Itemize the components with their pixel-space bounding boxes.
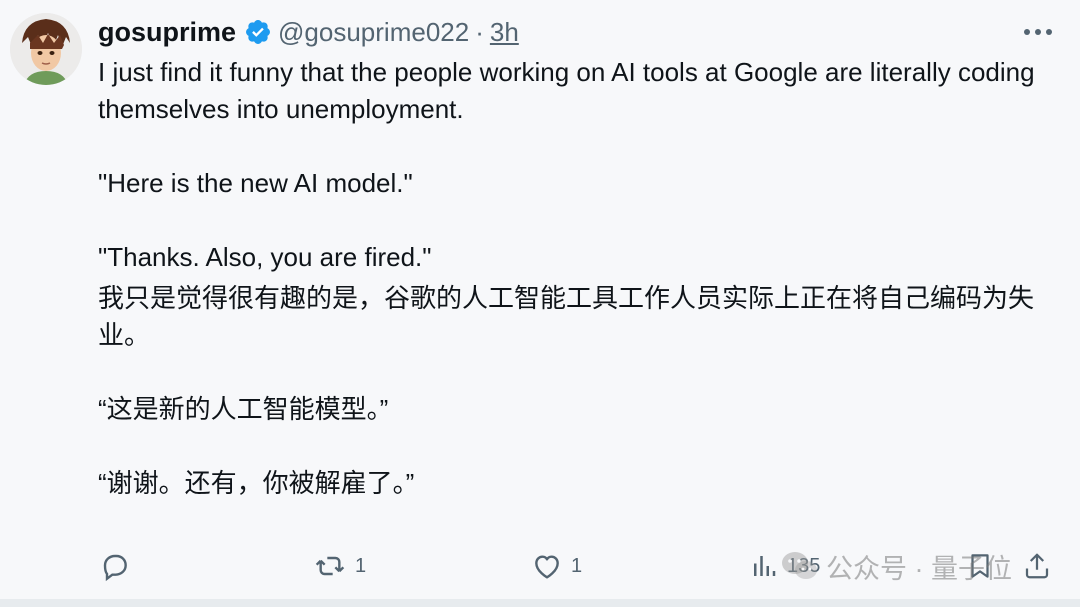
tweet-text-line: I just find it funny that the people wor… bbox=[98, 57, 1035, 124]
separator: · bbox=[475, 16, 484, 47]
share-icon bbox=[1025, 553, 1049, 579]
author-handle[interactable]: @gosuprime022 bbox=[278, 17, 469, 48]
bottom-divider bbox=[0, 599, 1080, 607]
translation-line: 我只是觉得很有趣的是，谷歌的人工智能工具工作人员实际上正在将自己编码为失业。 bbox=[98, 283, 1035, 350]
views-count: 135 bbox=[787, 554, 821, 577]
repost-button[interactable]: 1 bbox=[313, 546, 366, 586]
tweet-text-line: "Here is the new AI model." bbox=[98, 168, 413, 198]
repost-icon bbox=[315, 556, 345, 576]
like-count: 1 bbox=[571, 554, 583, 577]
timestamp[interactable]: 3h bbox=[490, 17, 519, 48]
author-name[interactable]: gosuprime bbox=[98, 17, 236, 48]
tweet-header: gosuprime @gosuprime022 · 3h bbox=[98, 12, 519, 52]
share-button[interactable] bbox=[1022, 546, 1052, 586]
tweet-body: I just find it funny that the people wor… bbox=[98, 54, 1058, 502]
bookmark-button[interactable] bbox=[965, 546, 995, 586]
views-icon bbox=[754, 556, 776, 576]
reply-icon bbox=[103, 554, 127, 582]
more-icon[interactable] bbox=[1018, 17, 1058, 47]
views-button[interactable]: 135 bbox=[749, 546, 820, 586]
avatar[interactable] bbox=[10, 13, 82, 85]
tweet-text-line: "Thanks. Also, you are fired." bbox=[98, 242, 432, 272]
verified-badge-icon bbox=[246, 20, 270, 44]
translation-line: “这是新的人工智能模型。” bbox=[98, 394, 389, 424]
like-button[interactable]: 1 bbox=[531, 546, 582, 586]
heart-icon bbox=[535, 555, 559, 579]
tweet: gosuprime @gosuprime022 · 3h I just find… bbox=[0, 0, 1080, 607]
translation-line: “谢谢。还有，你被解雇了。” bbox=[98, 468, 415, 498]
reply-button[interactable] bbox=[99, 546, 139, 586]
repost-count: 1 bbox=[355, 554, 367, 577]
action-bar: 1 1 135 bbox=[0, 546, 1080, 586]
bookmark-icon bbox=[971, 554, 989, 578]
